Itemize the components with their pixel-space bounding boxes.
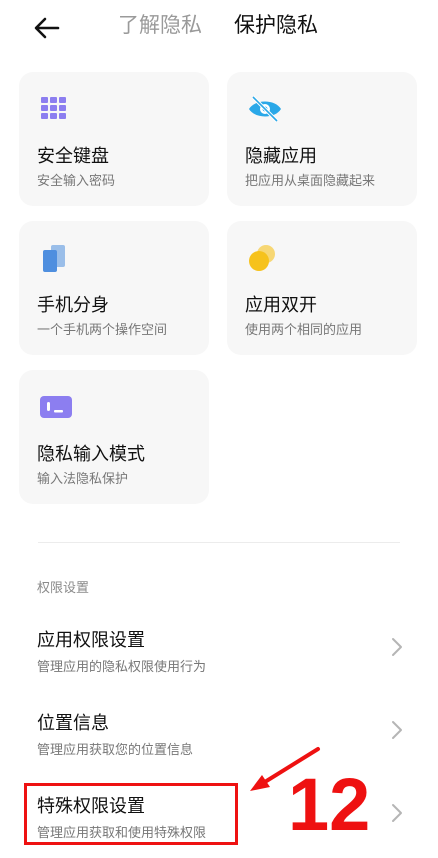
row-title: 应用权限设置 [37,630,145,651]
row-title: 位置信息 [37,713,109,734]
private-input-icon [39,392,73,422]
card-title: 隐私输入模式 [37,444,145,465]
card-subtitle: 一个手机两个操作空间 [37,323,168,338]
row-location-info[interactable]: 位置信息 管理应用获取您的位置信息 [0,709,438,769]
chevron-right-icon [390,802,404,824]
back-arrow-icon[interactable] [32,14,62,42]
card-subtitle: 输入法隐私保护 [37,472,129,487]
card-title: 应用双开 [245,295,317,316]
card-subtitle: 把应用从桌面隐藏起来 [245,174,376,189]
eye-hidden-icon [247,94,283,124]
chevron-right-icon [390,636,404,658]
card-title: 安全键盘 [37,146,109,167]
top-bar: 了解隐私 保护隐私 [0,0,438,56]
card-private-input[interactable]: 隐私输入模式 输入法隐私保护 [19,370,209,504]
row-app-permissions[interactable]: 应用权限设置 管理应用的隐私权限使用行为 [0,626,438,686]
row-subtitle: 管理应用获取您的位置信息 [37,743,194,758]
card-subtitle: 安全输入密码 [37,174,116,189]
dual-phone-icon [39,243,69,273]
tab-protect-privacy[interactable]: 保护隐私 [234,10,318,40]
card-title: 隐藏应用 [245,146,317,167]
annotation-highlight-box [24,783,238,845]
dual-circle-icon [247,243,277,273]
card-subtitle: 使用两个相同的应用 [245,323,363,338]
card-second-space[interactable]: 手机分身 一个手机两个操作空间 [19,221,209,355]
card-dual-apps[interactable]: 应用双开 使用两个相同的应用 [227,221,417,355]
card-hide-apps[interactable]: 隐藏应用 把应用从桌面隐藏起来 [227,72,417,206]
card-title: 手机分身 [37,295,109,316]
annotation-step-number: 12 [288,763,371,846]
section-divider [38,542,400,543]
section-label-permissions: 权限设置 [37,581,90,596]
keyboard-grid-icon [39,94,69,124]
card-secure-keyboard[interactable]: 安全键盘 安全输入密码 [19,72,209,206]
tab-learn-privacy[interactable]: 了解隐私 [118,10,202,40]
chevron-right-icon [390,719,404,741]
row-subtitle: 管理应用的隐私权限使用行为 [37,660,207,675]
